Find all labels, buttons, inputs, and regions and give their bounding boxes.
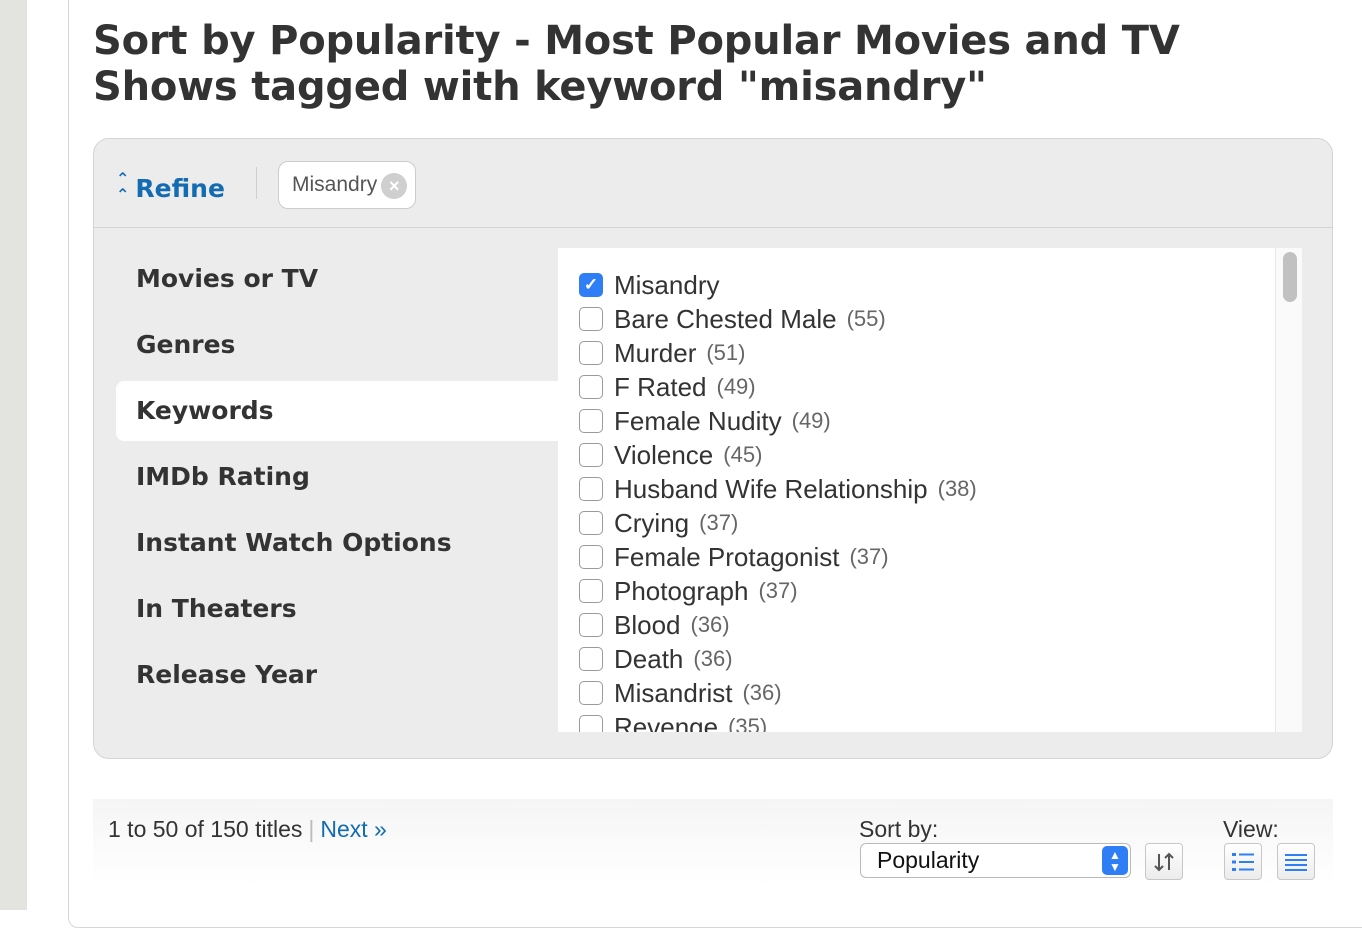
next-link[interactable]: Next » <box>320 816 386 842</box>
view-compact-button[interactable] <box>1277 843 1315 880</box>
checkbox[interactable] <box>579 341 603 365</box>
filter-category-release-year[interactable]: Release Year <box>116 645 558 705</box>
sort-direction-icon <box>1154 852 1174 871</box>
keyword-count: (51) <box>706 340 746 365</box>
keyword-option[interactable]: Female Protagonist (37) <box>579 540 977 574</box>
pipe-separator: | <box>308 816 315 842</box>
keyword-option[interactable]: Husband Wife Relationship (38) <box>579 472 977 506</box>
scrollbar[interactable] <box>1275 248 1302 732</box>
keyword-option[interactable]: Photograph (37) <box>579 574 977 608</box>
filter-category-keywords[interactable]: Keywords <box>116 381 558 441</box>
keyword-label: Bare Chested Male <box>614 303 837 334</box>
results-count-text: 1 to 50 of 150 titles <box>108 816 303 842</box>
keyword-option[interactable]: F Rated (49) <box>579 370 977 404</box>
chip-label: Misandry <box>292 173 378 196</box>
page-title: Sort by Popularity - Most Popular Movies… <box>93 18 1180 110</box>
view-label: View: <box>1223 816 1279 842</box>
keyword-label: F Rated <box>614 371 707 402</box>
checkbox[interactable] <box>579 647 603 671</box>
keyword-option[interactable]: ✓ Misandry <box>579 268 977 302</box>
keyword-count: (49) <box>716 374 756 399</box>
keyword-options: ✓ Misandry Bare Chested Male (55) Murder (51)… <box>579 268 977 732</box>
sort-direction-button[interactable] <box>1145 843 1183 880</box>
keyword-option[interactable]: Female Nudity (49) <box>579 404 977 438</box>
checkbox[interactable] <box>579 511 603 535</box>
compact-list-icon <box>1285 853 1307 871</box>
keyword-option[interactable]: Murder (51) <box>579 336 977 370</box>
checkbox[interactable] <box>579 579 603 603</box>
keyword-label: Murder <box>614 337 697 368</box>
keyword-count: (36) <box>693 646 733 671</box>
keyword-count: (36) <box>742 680 782 705</box>
keyword-label: Revenge <box>614 711 719 733</box>
keyword-option[interactable]: Blood (36) <box>579 608 977 642</box>
keyword-option[interactable]: Bare Chested Male (55) <box>579 302 977 336</box>
keyword-label: Misandry <box>614 269 720 300</box>
checkbox[interactable] <box>579 715 603 732</box>
checkbox[interactable] <box>579 545 603 569</box>
keyword-count: (55) <box>846 306 886 331</box>
checkbox[interactable] <box>579 443 603 467</box>
keyword-count: (37) <box>849 544 889 569</box>
filter-category-imdb-rating[interactable]: IMDb Rating <box>116 447 558 507</box>
sort-label: Sort by: <box>859 816 939 842</box>
filter-category-movies-or-tv[interactable]: Movies or TV <box>116 249 558 309</box>
sort-select-value: Popularity <box>877 847 980 873</box>
detailed-list-icon <box>1232 852 1254 871</box>
refine-label: Refine <box>135 173 225 203</box>
select-arrows-icon: ▲ ▼ <box>1102 846 1128 875</box>
keyword-option[interactable]: Crying (37) <box>579 506 977 540</box>
keyword-count: (38) <box>937 476 977 501</box>
checkbox[interactable] <box>579 375 603 399</box>
keyword-option[interactable]: Revenge (35) <box>579 710 977 732</box>
scrollbar-thumb[interactable] <box>1283 252 1297 302</box>
keyword-label: Death <box>614 643 684 674</box>
keyword-list: ✓ Misandry Bare Chested Male (55) Murder (51)… <box>558 248 1302 732</box>
left-gutter <box>0 0 27 910</box>
keyword-count: (37) <box>699 510 739 535</box>
view-detailed-button[interactable] <box>1224 843 1262 880</box>
checkbox-checked[interactable]: ✓ <box>579 273 603 297</box>
refine-bar: ⌃ ⌃ Refine Misandry × <box>94 139 1332 228</box>
checkbox[interactable] <box>579 477 603 501</box>
keyword-count: (45) <box>723 442 763 467</box>
keyword-label: Husband Wife Relationship <box>614 473 928 504</box>
filter-categories: Movies or TV Genres Keywords IMDb Rating Ins… <box>116 249 558 711</box>
keyword-label: Female Protagonist <box>614 541 840 572</box>
keyword-count: (49) <box>791 408 831 433</box>
close-circle-icon[interactable]: × <box>381 173 408 199</box>
active-filter-chip: Misandry × <box>278 161 417 209</box>
sort-select[interactable]: Popularity ▲ ▼ <box>860 843 1131 878</box>
refine-toggle[interactable]: ⌃ ⌃ Refine <box>116 169 225 204</box>
keyword-label: Female Nudity <box>614 405 782 436</box>
keyword-option[interactable]: Violence (45) <box>579 438 977 472</box>
keyword-option[interactable]: Death (36) <box>579 642 977 676</box>
checkbox[interactable] <box>579 681 603 705</box>
refine-panel: ⌃ ⌃ Refine Misandry × Movies or TV Genres K… <box>93 138 1333 759</box>
keyword-label: Photograph <box>614 575 749 606</box>
checkbox[interactable] <box>579 307 603 331</box>
keyword-label: Misandrist <box>614 677 733 708</box>
filter-category-in-theaters[interactable]: In Theaters <box>116 579 558 639</box>
keyword-label: Blood <box>614 609 681 640</box>
keyword-option[interactable]: Misandrist (36) <box>579 676 977 710</box>
double-chevron-up-icon: ⌃ ⌃ <box>116 169 130 204</box>
keyword-count: (37) <box>758 578 798 603</box>
keyword-count: (35) <box>728 714 768 732</box>
filter-category-instant-watch-options[interactable]: Instant Watch Options <box>116 513 558 573</box>
keyword-label: Crying <box>614 507 690 538</box>
checkbox[interactable] <box>579 613 603 637</box>
filter-category-genres[interactable]: Genres <box>116 315 558 375</box>
results-count: 1 to 50 of 150 titles | Next » <box>108 816 387 843</box>
keyword-count: (36) <box>690 612 730 637</box>
checkbox[interactable] <box>579 409 603 433</box>
results-bar: 1 to 50 of 150 titles | Next » Sort by: Po… <box>93 799 1333 885</box>
divider <box>256 167 257 199</box>
keyword-label: Violence <box>614 439 714 470</box>
